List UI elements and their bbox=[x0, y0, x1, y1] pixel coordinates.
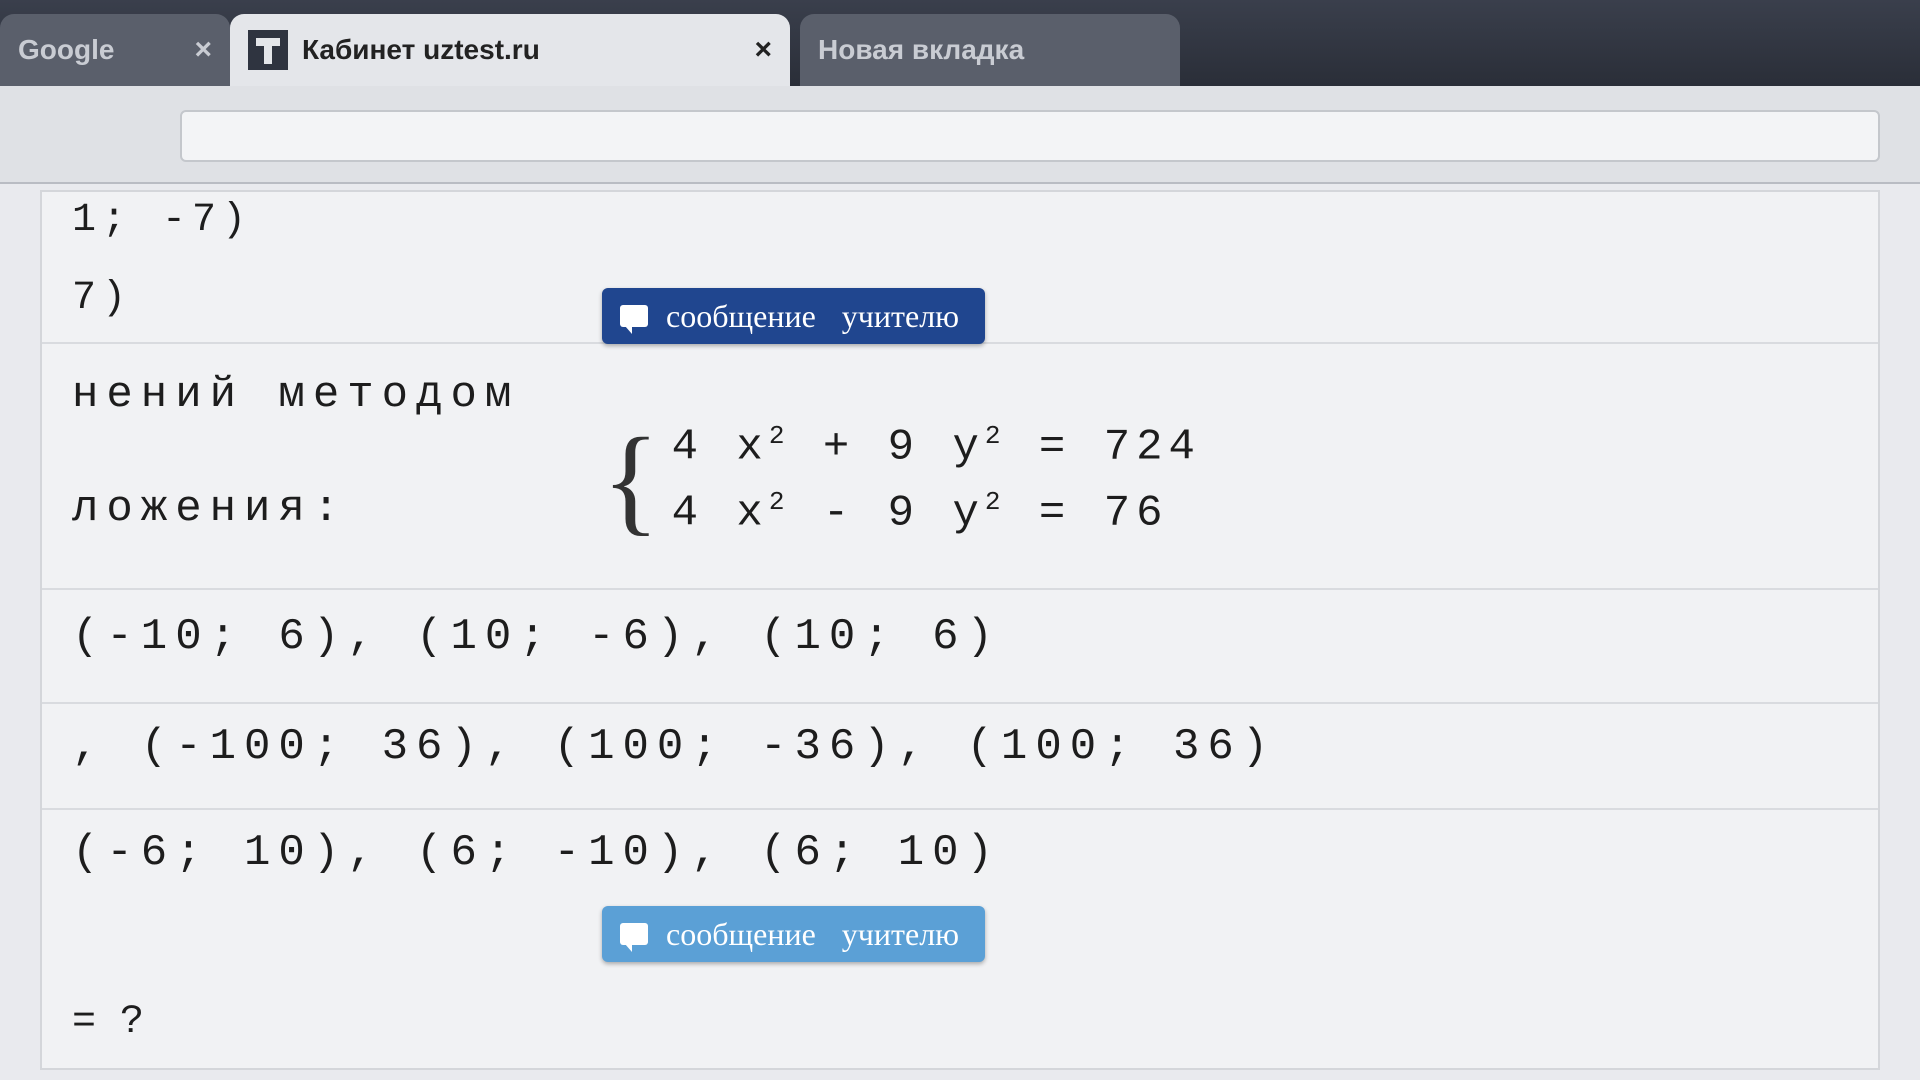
tab-google[interactable]: Google × bbox=[0, 14, 230, 86]
divider bbox=[42, 588, 1878, 590]
message-icon bbox=[620, 923, 648, 952]
address-bar[interactable] bbox=[180, 110, 1880, 162]
previous-answer-line: 7) bbox=[72, 276, 133, 321]
tab-uztest-close-icon[interactable]: × bbox=[734, 33, 772, 67]
next-question-prompt: = ? bbox=[72, 1000, 145, 1045]
message-teacher-word1: сообщение bbox=[666, 915, 816, 952]
message-teacher-word1: сообщение bbox=[666, 297, 816, 334]
equation-system: { 4 x2 + 9 y2 = 724 4 x2 - 9 y2 = 76 bbox=[602, 420, 1201, 540]
message-teacher-word2: учителю bbox=[841, 297, 960, 334]
divider bbox=[42, 808, 1878, 810]
previous-answer-line: 1; -7) bbox=[72, 198, 253, 243]
task-heading-line-1: нений методом bbox=[72, 370, 520, 420]
tab-google-title: Google bbox=[18, 34, 115, 65]
tab-new-title: Новая вкладка bbox=[818, 34, 1025, 65]
answer-option[interactable]: (-6; 10), (6; -10), (6; 10) bbox=[72, 828, 1001, 878]
message-teacher-button[interactable]: сообщение учителю bbox=[602, 906, 986, 962]
task-heading-line-2: ложения: bbox=[72, 484, 348, 534]
browser-toolbar bbox=[0, 86, 1920, 184]
answer-option[interactable]: (-10; 6), (10; -6), (10; 6) bbox=[72, 612, 1001, 662]
equation-1: 4 x2 + 9 y2 = 724 bbox=[671, 421, 1201, 473]
tab-google-close-icon[interactable]: × bbox=[174, 33, 212, 67]
uztest-logo-icon bbox=[248, 30, 288, 70]
divider bbox=[42, 702, 1878, 704]
browser-tab-strip: Google × Кабинет uztest.ru × Новая вклад… bbox=[0, 0, 1920, 86]
tab-new[interactable]: Новая вкладка bbox=[800, 14, 1180, 86]
message-teacher-word2: учителю bbox=[841, 915, 960, 952]
test-page: 1; -7) 7) нений методом сообщение учител… bbox=[40, 190, 1880, 1070]
tab-uztest-title: Кабинет uztest.ru bbox=[302, 34, 540, 65]
answer-option[interactable]: , (-100; 36), (100; -36), (100; 36) bbox=[72, 722, 1276, 772]
message-icon bbox=[620, 305, 648, 334]
equation-2: 4 x2 - 9 y2 = 76 bbox=[671, 487, 1169, 539]
system-brace: { bbox=[602, 413, 660, 546]
message-teacher-button[interactable]: сообщение учителю bbox=[602, 288, 986, 344]
tab-uztest[interactable]: Кабинет uztest.ru × bbox=[230, 14, 790, 86]
